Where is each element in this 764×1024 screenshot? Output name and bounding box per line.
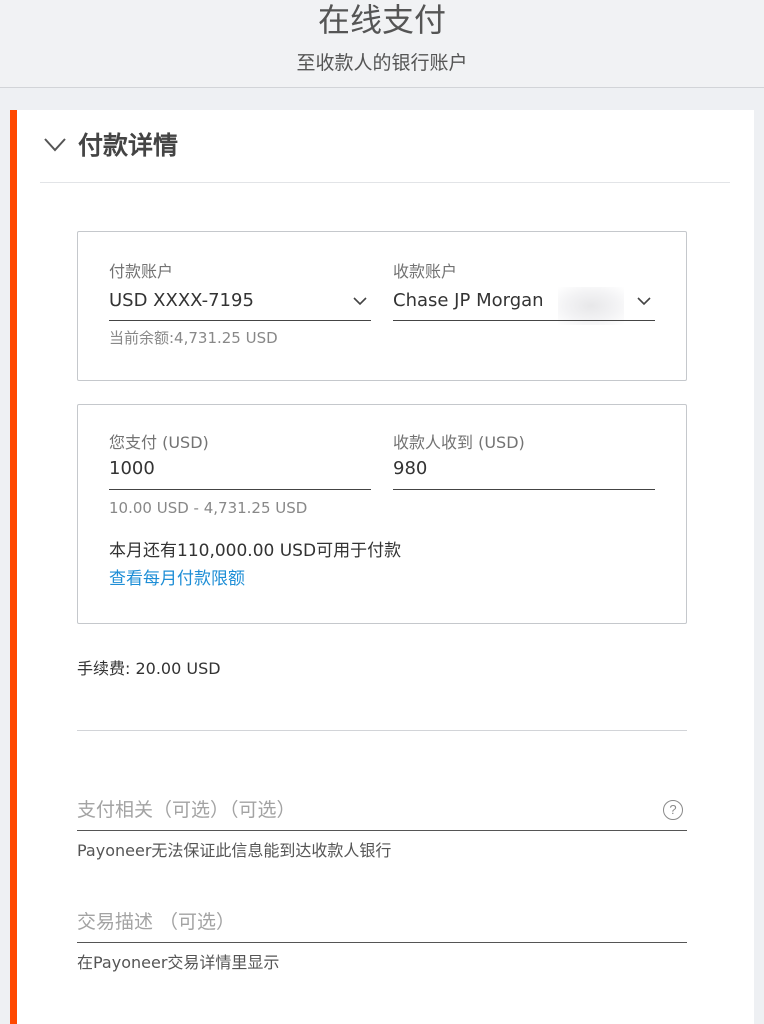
monthly-limit-text: 本月还有110,000.00 USD可用于付款 [109,541,402,561]
page-title: 在线支付 [317,1,446,39]
pay-amount-input[interactable]: 1000 [109,458,155,480]
help-icon[interactable]: ? [663,800,683,820]
divider [77,730,687,731]
payer-account-label: 付款账户 [109,262,174,281]
monthly-limit-link[interactable]: 查看每月付款限额 [109,568,245,590]
receive-amount-input[interactable]: 980 [393,458,427,480]
chevron-down-icon[interactable] [637,297,651,306]
payee-account-label: 收款账户 [393,262,458,281]
payment-reference-placeholder: 支付相关（可选）（可选） [77,799,296,821]
section-title: 付款详情 [78,131,179,160]
page-subtitle: 至收款人的银行账户 [296,52,468,74]
fee-text: 手续费: 20.00 USD [77,659,221,678]
payment-reference-hint: Payoneer无法保证此信息能到达收款人银行 [77,841,392,860]
payer-account-select[interactable]: USD XXXX-7195 [109,290,254,312]
transaction-description-hint: 在Payoneer交易详情里显示 [77,953,280,972]
pay-amount-underline [109,489,371,490]
pay-amount-label: 您支付 (USD) [109,433,209,452]
section-header-payment-details[interactable]: 付款详情 [40,124,730,183]
payee-account-select[interactable]: Chase JP Morgan [393,290,544,312]
payment-reference-input[interactable]: 支付相关（可选）（可选） ? [77,793,687,831]
receive-amount-underline [393,489,655,490]
chevron-down-icon[interactable] [44,138,66,152]
payer-account-underline [109,320,371,321]
payer-balance: 当前余额:4,731.25 USD [109,329,278,347]
transaction-description-placeholder: 交易描述 （可选） [77,911,236,933]
payee-account-underline [393,320,655,321]
chevron-down-icon[interactable] [353,297,367,306]
pay-amount-range: 10.00 USD - 4,731.25 USD [109,499,308,517]
receive-amount-label: 收款人收到 (USD) [393,433,525,452]
accent-bar [10,110,17,1024]
transaction-description-input[interactable]: 交易描述 （可选） [77,905,687,943]
page-header: 在线支付 至收款人的银行账户 [0,0,764,88]
